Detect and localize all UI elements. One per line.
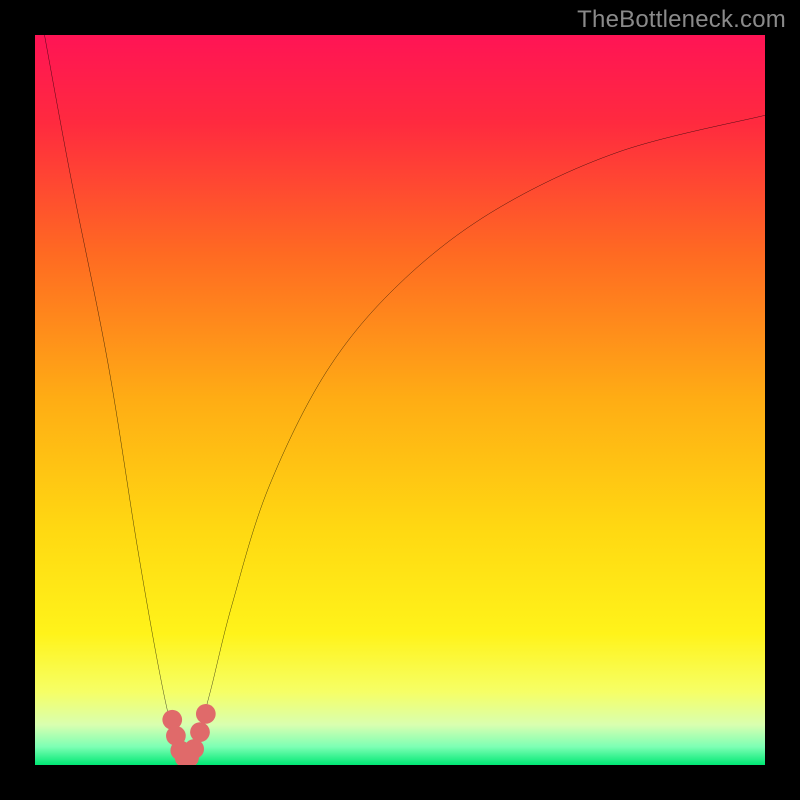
bottleneck-curve xyxy=(44,35,765,761)
watermark-text: TheBottleneck.com xyxy=(577,6,786,34)
curve-markers xyxy=(162,704,215,765)
chart-frame: TheBottleneck.com xyxy=(0,0,800,800)
curve-marker xyxy=(190,722,210,742)
curve-marker xyxy=(196,704,216,724)
curve-marker xyxy=(184,739,204,759)
plot-area xyxy=(35,35,765,765)
curve-layer xyxy=(35,35,765,765)
